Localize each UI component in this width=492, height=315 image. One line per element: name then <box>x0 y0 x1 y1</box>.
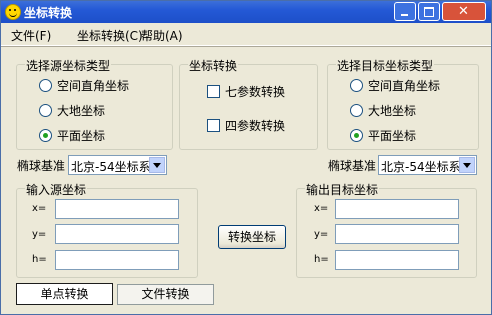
close-icon: ✕ <box>458 4 469 19</box>
input-x-field[interactable] <box>55 199 179 219</box>
source-type-group: 选择源坐标类型 空间直角坐标 大地坐标 平面坐标 <box>16 57 173 150</box>
source-label-geodetic: 大地坐标 <box>57 104 106 118</box>
input-h-field[interactable] <box>55 250 179 270</box>
four-param-label: 四参数转换 <box>225 119 286 133</box>
input-y-field[interactable] <box>55 224 179 244</box>
source-type-title: 选择源坐标类型 <box>25 57 112 74</box>
target-type-title: 选择目标坐标类型 <box>336 57 435 74</box>
title-bar[interactable]: 坐标转换 ✕ <box>1 1 491 23</box>
target-radio-geodetic[interactable] <box>350 104 363 117</box>
output-group: 输出目标坐标 x= y= h= <box>296 181 477 278</box>
output-title: 输出目标坐标 <box>305 181 380 198</box>
ellipsoid-left-label: 椭球基准 <box>17 159 66 173</box>
input-y-label: y= <box>32 229 47 240</box>
main-window: 坐标转换 ✕ 文件(F) 坐标转换(C) 帮助(A) 选择源坐标类型 空间直角坐… <box>0 0 492 315</box>
source-radio-plane[interactable] <box>39 129 52 142</box>
source-label-plane: 平面坐标 <box>57 129 106 143</box>
input-group: 输入源坐标 x= y= h= <box>16 181 198 278</box>
maximize-button[interactable] <box>418 2 440 21</box>
source-radio-geodetic[interactable] <box>39 104 52 117</box>
menu-help[interactable]: 帮助(A) <box>141 27 183 44</box>
transform-title: 坐标转换 <box>188 57 239 74</box>
tab-file[interactable]: 文件转换 <box>117 284 214 305</box>
window-title: 坐标转换 <box>24 6 73 20</box>
smiley-app-icon <box>5 4 21 20</box>
ellipsoid-left-select[interactable]: 北京-54坐标系 <box>68 155 167 175</box>
output-y-field[interactable] <box>335 224 459 244</box>
seven-param-checkbox[interactable] <box>207 85 220 98</box>
ellipsoid-left-value: 北京-54坐标系 <box>71 160 151 174</box>
menu-file[interactable]: 文件(F) <box>11 27 51 44</box>
input-x-label: x= <box>32 203 47 214</box>
output-h-field[interactable] <box>335 250 459 270</box>
ellipsoid-right-value: 北京-54坐标系 <box>381 160 461 174</box>
seven-param-label: 七参数转换 <box>225 85 286 99</box>
convert-button[interactable]: 转换坐标 <box>218 225 286 249</box>
maximize-icon <box>424 7 434 17</box>
chevron-down-icon[interactable] <box>459 157 475 173</box>
minimize-button[interactable] <box>394 2 416 21</box>
input-h-label: h= <box>32 254 47 265</box>
ellipsoid-right-select[interactable]: 北京-54坐标系 <box>378 155 477 175</box>
output-y-label: y= <box>314 229 329 240</box>
input-title: 输入源坐标 <box>25 181 88 198</box>
target-label-plane: 平面坐标 <box>368 129 417 143</box>
target-radio-cartesian[interactable] <box>350 79 363 92</box>
target-label-cartesian: 空间直角坐标 <box>368 79 441 93</box>
source-radio-cartesian[interactable] <box>39 79 52 92</box>
output-x-field[interactable] <box>335 199 459 219</box>
source-label-cartesian: 空间直角坐标 <box>57 79 130 93</box>
ellipsoid-right-label: 椭球基准 <box>328 159 377 173</box>
target-type-group: 选择目标坐标类型 空间直角坐标 大地坐标 平面坐标 <box>327 57 479 150</box>
menu-bar: 文件(F) 坐标转换(C) 帮助(A) <box>1 23 491 46</box>
tab-single-point[interactable]: 单点转换 <box>16 283 113 305</box>
menu-convert[interactable]: 坐标转换(C) <box>77 27 143 44</box>
target-radio-plane[interactable] <box>350 129 363 142</box>
four-param-checkbox[interactable] <box>207 119 220 132</box>
output-h-label: h= <box>314 254 329 265</box>
transform-group: 坐标转换 七参数转换 四参数转换 <box>179 57 318 150</box>
chevron-down-icon[interactable] <box>149 157 165 173</box>
minimize-icon <box>401 14 408 16</box>
target-label-geodetic: 大地坐标 <box>368 104 417 118</box>
close-button[interactable]: ✕ <box>442 2 486 21</box>
output-x-label: x= <box>314 203 329 214</box>
